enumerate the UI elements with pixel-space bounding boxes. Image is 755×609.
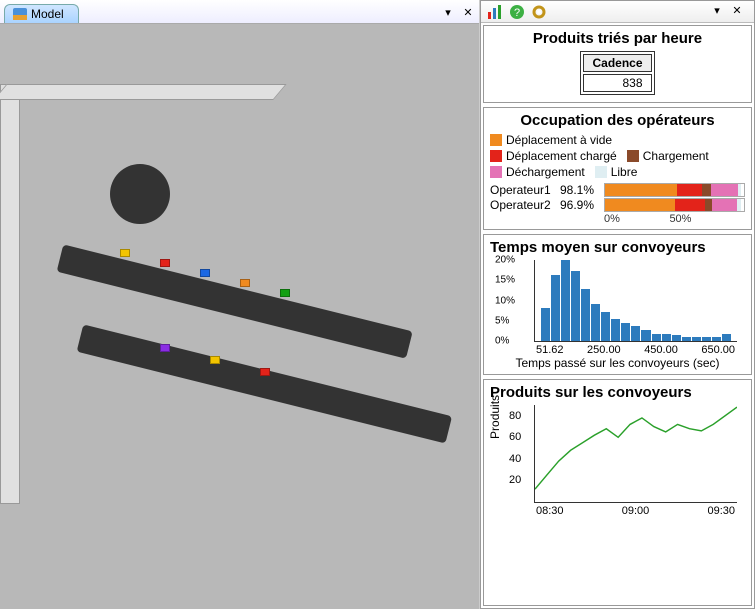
dashboard-toolbar: ? ▾ ✕ [481, 1, 754, 23]
help-icon[interactable]: ? [509, 4, 525, 20]
occupation-x-axis: 0% 50% [600, 213, 745, 225]
panel-title: Occupation des opérateurs [490, 112, 745, 129]
stacked-bar [604, 198, 745, 212]
line-y-label: Produits [488, 394, 502, 438]
panel-produits-tries: Produits triés par heure Cadence 838 [483, 25, 752, 103]
cadence-table: Cadence 838 [580, 51, 654, 95]
stacked-bar [604, 183, 745, 197]
panel-title: Temps moyen sur convoyeurs [490, 239, 745, 256]
chart-icon[interactable] [487, 4, 503, 20]
line-x-axis: 08:30 09:00 09:30 [536, 505, 735, 517]
panel-occupation: Occupation des opérateurs Déplacement à … [483, 107, 752, 230]
gear-icon[interactable] [531, 4, 547, 20]
operator-pct: 96.9% [560, 198, 600, 212]
operator-row: Operateur2 96.9% [490, 198, 745, 212]
histogram-x-label: Temps passé sur les convoyeurs (sec) [490, 356, 745, 370]
model-icon [13, 8, 27, 20]
tab-model-label: Model [31, 7, 64, 21]
operator-row: Operateur1 98.1% [490, 183, 745, 197]
cadence-label: Cadence [583, 54, 651, 72]
panel-line: Produits sur les convoyeurs Produits 806… [483, 379, 752, 606]
operator-pct: 98.1% [560, 183, 600, 197]
svg-text:?: ? [514, 7, 520, 19]
histogram-x-axis: 51.62 250.00 450.00 650.00 [536, 344, 735, 356]
model-pane: Model ▾ ✕ [0, 0, 480, 609]
dashboard-pane: ? ▾ ✕ Produits triés par heure Cadence 8… [480, 0, 755, 609]
line-chart: Produits 80604020 [534, 405, 737, 503]
tab-model[interactable]: Model [4, 4, 79, 23]
dashboard-close-button[interactable]: ✕ [730, 5, 744, 19]
panel-histogram: Temps moyen sur convoyeurs 20%15%10%5%0%… [483, 234, 752, 375]
operator-name: Operateur1 [490, 183, 556, 197]
cadence-value: 838 [583, 74, 651, 92]
panel-title: Produits sur les convoyeurs [490, 384, 745, 401]
model-tabbar: Model ▾ ✕ [0, 0, 479, 24]
dashboard-minimize-button[interactable]: ▾ [710, 5, 724, 19]
operator-name: Operateur2 [490, 198, 556, 212]
close-button[interactable]: ✕ [461, 7, 475, 21]
legend: Déplacement à vide Déplacement chargé Ch… [490, 133, 745, 179]
3d-viewport[interactable] [0, 24, 479, 609]
panel-title: Produits triés par heure [490, 30, 745, 47]
minimize-button[interactable]: ▾ [441, 7, 455, 21]
histogram-chart: 20%15%10%5%0% [534, 260, 737, 342]
